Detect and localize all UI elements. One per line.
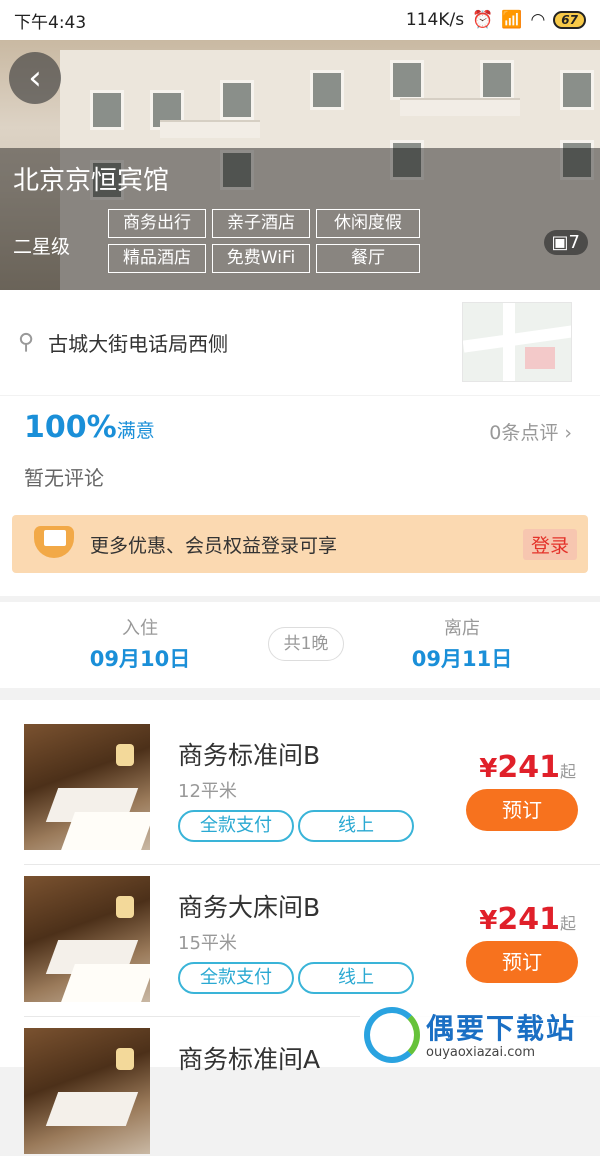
date-selector[interactable]: 入住 09月10日 共1晚 离店 09月11日: [0, 602, 600, 688]
hotel-tag: 休闲度假: [316, 209, 420, 238]
review-count-link[interactable]: 0条点评 ›: [489, 418, 572, 445]
payment-tag: 全款支付: [178, 810, 294, 842]
book-button[interactable]: 预订: [466, 941, 578, 983]
status-time: 下午4:43: [14, 8, 86, 33]
member-promo-banner[interactable]: 更多优惠、会员权益登录可享 登录: [12, 515, 588, 573]
room-name: 商务标准间B: [178, 736, 320, 772]
room-name: 商务标准间A: [178, 1040, 320, 1076]
watermark-url: ouyaoxiazai.com: [426, 1045, 535, 1060]
channel-tag: 线上: [298, 962, 414, 994]
hotel-tag: 商务出行: [108, 209, 206, 238]
address-row[interactable]: ⚲ 古城大街电话局西侧: [0, 290, 600, 395]
channel-tag: 线上: [298, 810, 414, 842]
room-price: ¥241起: [479, 902, 576, 937]
room-price: ¥241起: [479, 750, 576, 785]
checkin-label: 入住: [60, 614, 220, 640]
room-item[interactable]: 商务标准间B 12平米 全款支付 线上 ¥241起 预订: [0, 700, 600, 852]
hotel-hero-image[interactable]: ‹ 北京京恒宾馆 二星级 商务出行 亲子酒店 休闲度假 精品酒店 免费WiFi …: [0, 40, 600, 290]
review-count: 0条点评: [489, 422, 558, 444]
chevron-left-icon: ‹: [28, 58, 42, 98]
no-review-text: 暂无评论: [24, 462, 104, 491]
watermark: 偶要下载站 ouyaoxiazai.com: [360, 1001, 600, 1067]
room-item[interactable]: 商务大床间B 15平米 全款支付 线上 ¥241起 预订: [0, 852, 600, 1004]
photo-count: 7: [569, 232, 580, 253]
room-photo[interactable]: [24, 1028, 150, 1154]
room-area: 15平米: [178, 929, 237, 955]
signal-icon: 📶: [501, 10, 522, 30]
hotel-tag: 餐厅: [316, 244, 420, 273]
star-level: 二星级: [13, 232, 70, 259]
checkin-value: 09月10日: [60, 643, 220, 673]
vip-card-icon: [30, 520, 78, 568]
chevron-right-icon: ›: [564, 422, 572, 444]
checkin-date[interactable]: 入住 09月10日: [60, 614, 220, 673]
satisfaction-label: 满意: [117, 420, 155, 442]
login-button[interactable]: 登录: [523, 529, 577, 560]
back-button[interactable]: ‹: [9, 52, 61, 104]
payment-tag: 全款支付: [178, 962, 294, 994]
hotel-tag: 精品酒店: [108, 244, 206, 273]
room-name: 商务大床间B: [178, 888, 320, 924]
watermark-title: 偶要下载站: [426, 1007, 576, 1047]
promo-text: 更多优惠、会员权益登录可享: [90, 531, 337, 558]
status-right: 114K/s ⏰ 📶 ◠ 67: [406, 10, 586, 30]
nights-badge: 共1晚: [268, 627, 344, 661]
hotel-name: 北京京恒宾馆: [13, 160, 169, 197]
rating-section: 100%满意 0条点评 › 暂无评论 更多优惠、会员权益登录可享 登录: [0, 396, 600, 596]
photo-count-button[interactable]: ▣7: [544, 230, 588, 255]
room-area: 12平米: [178, 777, 237, 803]
book-button[interactable]: 预订: [466, 789, 578, 831]
room-photo[interactable]: [24, 724, 150, 850]
image-icon: ▣: [552, 232, 569, 253]
location-pin-icon: ⚲: [18, 330, 34, 355]
site-logo-icon: [364, 1007, 420, 1063]
hotel-tag: 亲子酒店: [212, 209, 310, 238]
status-bar: 下午4:43 114K/s ⏰ 📶 ◠ 67: [0, 0, 600, 40]
map-thumbnail[interactable]: [462, 302, 572, 382]
room-photo[interactable]: [24, 876, 150, 1002]
hotel-tag: 免费WiFi: [212, 244, 310, 273]
alarm-icon: ⏰: [472, 10, 493, 30]
checkout-value: 09月11日: [382, 643, 542, 673]
hotel-tags: 商务出行 亲子酒店 休闲度假 精品酒店 免费WiFi 餐厅: [108, 209, 420, 273]
checkout-label: 离店: [382, 614, 542, 640]
checkout-date[interactable]: 离店 09月11日: [382, 614, 542, 673]
address-text: 古城大街电话局西侧: [48, 328, 228, 357]
satisfaction-percent: 100%: [24, 410, 117, 445]
battery-icon: 67: [553, 11, 586, 29]
network-speed: 114K/s: [406, 10, 464, 30]
wifi-icon: ◠: [530, 10, 545, 30]
satisfaction-score: 100%满意: [24, 410, 155, 445]
